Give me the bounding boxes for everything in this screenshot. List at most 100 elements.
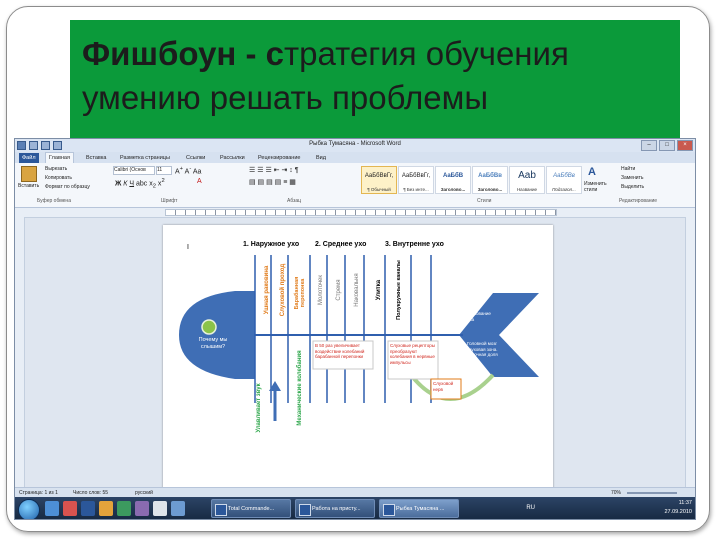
heading-middle-ear: 2. Среднее ухо [315,241,367,248]
bone-label-eardrum-anchor: Барабанная перепонка [294,277,306,310]
style-preview: АаБбВв [553,173,575,179]
tab-insert[interactable]: Вставка [83,153,109,163]
taskbar: Total Commande... Работа на присту... Ры… [15,497,695,519]
font-name-select[interactable]: Calibri (Основ [113,166,155,175]
status-language[interactable]: русский [135,490,153,496]
cut-button[interactable]: Вырезать [45,166,67,172]
paste-button[interactable]: Вставить [18,183,39,189]
vertical-ruler[interactable] [15,217,25,499]
tail-top-text: Образование звука [463,311,491,322]
bone-label-ear-shell-anchor: Ушная раковина [264,266,270,315]
close-icon[interactable]: × [677,140,693,151]
align-icons[interactable]: ▤ ▤ ▤ ▤ ≡ ▦ [249,178,296,186]
editing-group-label: Редактирование [619,198,658,204]
style-label: Заголово... [477,187,503,192]
media-app-icon[interactable] [135,501,149,516]
style-preview: АаБбВвГг, [401,173,431,179]
bone-label-semicircular: Полукружные каналы [396,260,402,320]
bone-label-incus-anchor: Наковальня [354,273,360,306]
list-icons[interactable]: ☰ ☰ ☰ ⇤ ⇥ ↕ ¶ [249,166,299,174]
style-label: Заголово... [440,187,466,192]
tab-file[interactable]: Файл [19,153,39,163]
document-page[interactable]: I 1. Наружное ухо 2. Среднее ухо 3. Внут… [163,225,553,495]
bone-label-semicircular-anchor: Полукружные каналы [396,260,402,320]
fish-eye [201,319,217,335]
paragraph-group-label: Абзац [287,198,302,204]
heading-outer-ear: 1. Наружное ухо [243,241,300,248]
users-app-icon[interactable] [171,501,185,516]
horizontal-ruler[interactable] [15,208,695,218]
minimize-icon[interactable]: – [641,140,657,151]
style-preview: АаБбВвГг, [364,173,394,179]
style-label: Подзагол... [552,187,576,192]
status-zoom[interactable]: 70% [611,490,621,496]
taskbar-item-doc-1[interactable]: Работа на присту... [295,499,375,518]
explorer-icon[interactable] [45,501,59,516]
format-painter-button[interactable]: Формат по образцу [45,184,90,190]
tab-mailings[interactable]: Рассылки [217,153,248,163]
status-page[interactable]: Страница: 1 из 1 [19,490,58,496]
style-preview: АаБбВ [442,173,464,179]
language-indicator[interactable]: RU [526,505,535,511]
change-styles-button[interactable]: Изменить стили [584,181,608,193]
fish-head-text: Почему мы слышим? [198,337,228,350]
find-button[interactable]: Найти [621,166,635,172]
paste-icon[interactable] [21,166,37,182]
font-color-icon[interactable]: A [197,178,202,185]
style-heading-1[interactable]: АаБбВ Заголово... [435,166,471,194]
bone-label-incus: Наковальня [354,273,360,307]
style-no-spacing[interactable]: АаБбВвГг, ¶ Без инте... [398,166,434,194]
clock[interactable]: 11:37 27.09.2010 [664,499,692,517]
style-title[interactable]: Aab Название [509,166,545,194]
excel-app-icon[interactable] [117,501,131,516]
bone-label-ear-shell: Ушная раковина [264,265,270,315]
status-words[interactable]: Число слов: 55 [73,490,108,496]
bone-label-malleus-anchor: Молоточек [318,275,324,305]
vertical-scrollbar[interactable] [685,217,695,499]
change-styles-icon[interactable]: A [588,166,600,178]
zoom-slider[interactable] [627,492,677,494]
ribbon: Вставить Вырезать Копировать Формат по о… [15,163,695,208]
slide-title-box: Фишбоун - стратегия обучения умению реша… [70,20,680,138]
taskbar-item-total-commander[interactable]: Total Commande... [211,499,291,518]
word-app-icon[interactable] [81,501,95,516]
bone-label-stapes-anchor: Стремя [336,279,342,300]
tail-bottom-text: Головной мозг слуховая зона. Височная до… [466,341,498,357]
maximize-icon[interactable]: □ [659,140,675,151]
grow-font-icon[interactable]: A+ A- Aa [175,166,201,175]
font-size-select[interactable]: 11 [156,166,172,175]
pinned-app-icon[interactable] [63,501,77,516]
window-title: Рыбка Тумасяна - Microsoft Word [309,141,401,147]
style-label: ¶ Без инте... [403,187,429,192]
style-preview: Aab [518,170,536,181]
tab-home[interactable]: Главная [45,152,74,163]
taskbar-item-doc-2[interactable]: Рыбка Тумасяна ... [379,499,459,518]
slide-title-line-2: умению решать проблемы [82,79,489,116]
tab-review[interactable]: Рецензирование [255,153,303,163]
box2-text: Слуховые рецепторы преобразуют колебания… [390,343,435,365]
bone-label-vibrations-anchor: Механические колебания [297,350,303,425]
slide-title-bold: Фишбоун - с [82,35,285,72]
bone-label-vibrations: Механические колебания [297,350,303,426]
font-format-icons[interactable]: Ж К Ч abc x2 x2 [115,178,165,190]
fish-tail [459,293,539,377]
style-normal[interactable]: АаБбВвГг, ¶ Обычный [361,166,397,194]
font-group-label: Шрифт [161,198,178,204]
copy-button[interactable]: Копировать [45,175,72,181]
style-heading-2[interactable]: АаБбВв Заголово... [472,166,508,194]
word-window: Рыбка Тумасяна - Microsoft Word – □ × Фа… [14,138,696,520]
fish-head [179,291,255,379]
tab-view[interactable]: Вид [313,153,329,163]
select-button[interactable]: Выделить [621,184,644,190]
start-button-icon[interactable] [18,499,40,519]
style-label: Название [516,187,538,192]
style-subtitle[interactable]: АаБбВв Подзагол... [546,166,582,194]
box3-text: Слуховой нерв [433,381,454,392]
document-app-icon[interactable] [153,501,167,516]
replace-button[interactable]: Заменить [621,175,643,181]
tab-page-layout[interactable]: Разметка страницы [117,153,173,163]
box1-text: В 50 раз увеличивает воздействие колебан… [315,343,365,359]
tab-references[interactable]: Ссылки [183,153,208,163]
folder-icon[interactable] [99,501,113,516]
heading-inner-ear: 3. Внутренне ухо [385,241,444,248]
